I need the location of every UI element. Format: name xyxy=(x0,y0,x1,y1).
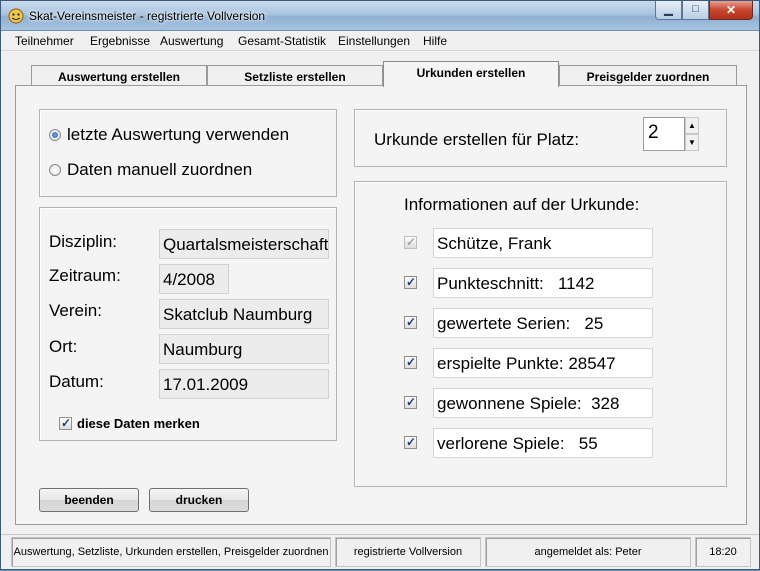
menu-auswertung[interactable]: Auswertung xyxy=(160,34,223,48)
maximize-icon: □ xyxy=(692,3,699,15)
menu-ergebnisse[interactable]: Ergebnisse xyxy=(90,34,150,48)
maximize-button[interactable]: □ xyxy=(682,1,709,20)
window-title: Skat-Vereinsmeister - registrierte Vollv… xyxy=(29,9,266,23)
menu-bar: Teilnehmer Ergebnisse Auswertung Gesamt-… xyxy=(1,31,759,51)
status-time: 18:20 xyxy=(695,537,751,567)
status-bar: Auswertung, Setzliste, Urkunden erstelle… xyxy=(1,534,759,569)
close-button[interactable]: ✕ xyxy=(709,1,753,20)
close-icon: ✕ xyxy=(725,3,737,17)
app-logo-icon xyxy=(8,8,24,24)
tab-panel-urkunden xyxy=(15,85,747,525)
status-modules: Auswertung, Setzliste, Urkunden erstelle… xyxy=(11,537,331,567)
title-bar[interactable]: Skat-Vereinsmeister - registrierte Vollv… xyxy=(1,1,759,31)
print-button[interactable]: drucken xyxy=(149,488,249,512)
minimize-button[interactable]: ▁ xyxy=(655,1,682,20)
minimize-icon: ▁ xyxy=(664,4,673,16)
tab-preisgelder-zuordnen[interactable]: Preisgelder zuordnen xyxy=(559,65,737,87)
menu-gesamt-statistik[interactable]: Gesamt-Statistik xyxy=(238,34,326,48)
app-window: Skat-Vereinsmeister - registrierte Vollv… xyxy=(0,0,760,570)
window-controls: ▁ □ ✕ xyxy=(655,1,753,20)
menu-teilnehmer[interactable]: Teilnehmer xyxy=(15,34,74,48)
tab-setzliste-erstellen[interactable]: Setzliste erstellen xyxy=(207,65,383,87)
tab-urkunden-erstellen[interactable]: Urkunden erstellen xyxy=(383,61,559,87)
menu-hilfe[interactable]: Hilfe xyxy=(423,34,447,48)
tab-auswertung-erstellen[interactable]: Auswertung erstellen xyxy=(31,65,207,87)
menu-einstellungen[interactable]: Einstellungen xyxy=(338,34,410,48)
status-user: angemeldet als: Peter xyxy=(485,537,691,567)
status-license: registrierte Vollversion xyxy=(335,537,481,567)
quit-button[interactable]: beenden xyxy=(39,488,139,512)
